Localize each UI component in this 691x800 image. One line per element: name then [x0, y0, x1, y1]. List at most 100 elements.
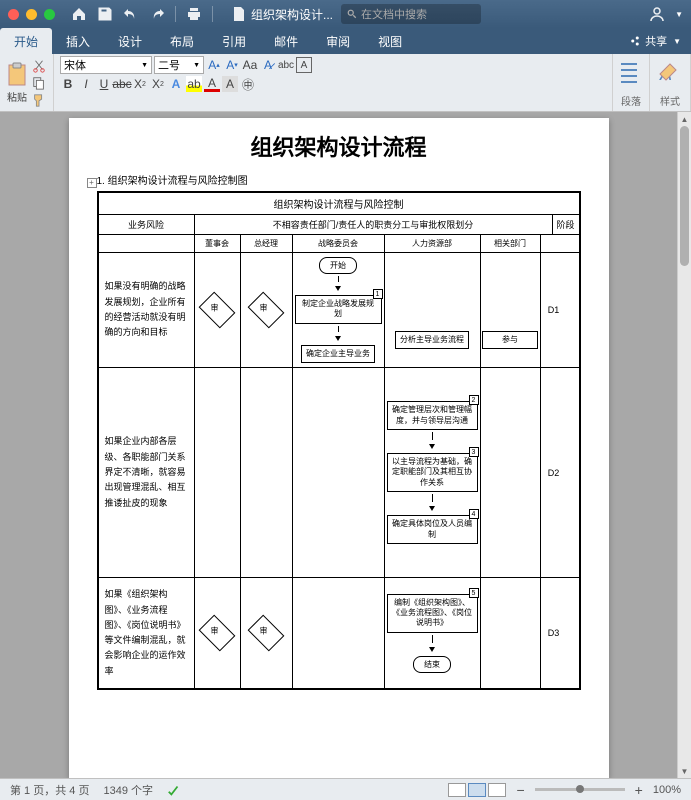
window-controls — [8, 9, 55, 20]
cut-icon[interactable] — [31, 59, 47, 73]
chevron-down-icon[interactable]: ▼ — [675, 10, 683, 19]
col-header-mid: 不相容责任部门/责任人的职责分工与审批权限划分 — [195, 215, 553, 234]
share-button[interactable]: 共享 ▼ — [619, 28, 691, 54]
word-count[interactable]: 1349 个字 — [103, 782, 153, 798]
phase-label: D2 — [541, 368, 567, 577]
phase-label: D1 — [541, 253, 567, 367]
document-title: 组织架构设计... — [231, 6, 333, 23]
close-window-button[interactable] — [8, 9, 19, 20]
user-icon[interactable] — [649, 6, 665, 22]
change-case-button[interactable]: Aa — [242, 57, 258, 73]
copy-icon[interactable] — [31, 76, 47, 90]
italic-button[interactable]: I — [78, 76, 94, 92]
document-area[interactable]: 组织架构设计流程 + 1. 组织架构设计流程与风险控制图 组织架构设计流程与风险… — [0, 112, 677, 778]
clear-format-button[interactable]: A̷ — [260, 57, 276, 73]
highlight-button[interactable]: ab — [186, 76, 202, 92]
tab-insert[interactable]: 插入 — [52, 28, 104, 54]
view-read-button[interactable] — [448, 783, 466, 797]
maximize-window-button[interactable] — [44, 9, 55, 20]
titlebar: 组织架构设计... 在文档中搜索 ▼ — [0, 0, 691, 28]
tab-view[interactable]: 视图 — [364, 28, 416, 54]
process-shape: 确定具体岗位及人员编制4 — [387, 515, 478, 544]
font-color-button[interactable]: A — [204, 76, 220, 92]
superscript-button[interactable]: X2 — [150, 76, 166, 92]
risk-text: 如果《组织架构图》、《业务流程图》、《岗位说明书》等文件编制混乱，就会影响企业的… — [99, 578, 195, 688]
minimize-window-button[interactable] — [26, 9, 37, 20]
clipboard-group: 粘贴 — [0, 54, 54, 111]
share-icon — [629, 35, 641, 47]
bold-button[interactable]: B — [60, 76, 76, 92]
col-header-risk: 业务风险 — [99, 215, 195, 234]
phonetic-guide-button[interactable]: abc — [278, 57, 294, 73]
view-web-button[interactable] — [488, 783, 506, 797]
home-icon[interactable] — [71, 6, 87, 22]
char-border-button[interactable]: A — [296, 57, 312, 73]
strikethrough-button[interactable]: abc — [114, 76, 130, 92]
risk-text: 如果企业内部各层级、各职能部门关系界定不清晰，就容易出现管理混乱、相互推诿扯皮的… — [99, 368, 195, 577]
ribbon-tabs: 开始 插入 设计 布局 引用 邮件 审阅 视图 共享 ▼ — [0, 28, 691, 54]
process-shape: 确定企业主导业务 — [301, 345, 375, 363]
col-header-gm: 总经理 — [241, 235, 293, 252]
search-placeholder: 在文档中搜索 — [361, 6, 427, 22]
print-icon[interactable] — [186, 6, 202, 22]
font-size-select[interactable]: 二号▼ — [154, 56, 204, 74]
font-family-select[interactable]: 宋体▼ — [60, 56, 152, 74]
undo-icon[interactable] — [123, 6, 139, 22]
grow-font-button[interactable]: A▴ — [206, 57, 222, 73]
save-icon[interactable] — [97, 6, 113, 22]
redo-icon[interactable] — [149, 6, 165, 22]
styles-icon[interactable]: A — [656, 60, 684, 90]
paste-button[interactable]: 粘贴 — [6, 62, 28, 104]
vertical-scrollbar[interactable]: ▲ ▼ — [677, 112, 691, 778]
decision-shape: 审 — [248, 292, 285, 329]
text-effects-button[interactable]: A — [168, 76, 184, 92]
tab-design[interactable]: 设计 — [104, 28, 156, 54]
char-shading-button[interactable]: A — [222, 76, 238, 92]
zoom-level[interactable]: 100% — [653, 784, 681, 796]
tab-review[interactable]: 审阅 — [312, 28, 364, 54]
spellcheck-icon[interactable] — [167, 783, 181, 797]
col-header-strategy: 战略委员会 — [293, 235, 385, 252]
zoom-in-button[interactable]: + — [635, 782, 643, 798]
enclose-char-button[interactable]: ㊥ — [240, 76, 256, 92]
table-row: 如果企业内部各层级、各职能部门关系界定不清晰，就容易出现管理混乱、相互推诿扯皮的… — [99, 368, 579, 578]
tab-references[interactable]: 引用 — [208, 28, 260, 54]
view-print-button[interactable] — [468, 783, 486, 797]
shrink-font-button[interactable]: A▾ — [224, 57, 240, 73]
paragraph-group: 段落 — [613, 54, 650, 111]
clipboard-icon — [6, 62, 28, 88]
tab-mailings[interactable]: 邮件 — [260, 28, 312, 54]
process-shape: 分析主导业务流程 — [395, 331, 469, 349]
tab-home[interactable]: 开始 — [0, 28, 52, 54]
zoom-slider[interactable] — [535, 788, 625, 791]
scroll-down-button[interactable]: ▼ — [678, 764, 691, 778]
statusbar: 第 1 页，共 4 页 1349 个字 − + 100% — [0, 778, 691, 800]
paragraph-label: 段落 — [619, 93, 643, 109]
page-indicator[interactable]: 第 1 页，共 4 页 — [10, 782, 89, 798]
page: 组织架构设计流程 + 1. 组织架构设计流程与风险控制图 组织架构设计流程与风险… — [69, 118, 609, 778]
anchor-icon[interactable]: + — [87, 178, 97, 188]
scrollbar-thumb[interactable] — [680, 126, 689, 266]
styles-label: 样式 — [656, 93, 684, 109]
table-main-header: 组织架构设计流程与风险控制 — [99, 193, 579, 215]
underline-button[interactable]: U — [96, 76, 112, 92]
process-shape: 以主导流程为基础，确定职能部门及其相互协作关系3 — [387, 453, 478, 492]
col-header-dept: 相关部门 — [481, 235, 541, 252]
search-input[interactable]: 在文档中搜索 — [341, 4, 481, 24]
table-row: 如果没有明确的战略发展规划，企业所有的经营活动就没有明确的方向和目标 审 审 开… — [99, 253, 579, 368]
risk-text: 如果没有明确的战略发展规划，企业所有的经营活动就没有明确的方向和目标 — [99, 253, 195, 367]
scroll-up-button[interactable]: ▲ — [678, 112, 691, 126]
styles-group: A 样式 — [650, 54, 691, 111]
section-heading: 1. 组织架构设计流程与风险控制图 — [97, 172, 581, 187]
zoom-out-button[interactable]: − — [516, 782, 524, 798]
search-icon — [347, 9, 357, 19]
decision-shape: 审 — [199, 292, 236, 329]
tab-layout[interactable]: 布局 — [156, 28, 208, 54]
decision-shape: 审 — [199, 615, 236, 652]
process-shape: 确定管理层次和管理幅度，并与领导层沟通2 — [387, 401, 478, 430]
paragraph-icon[interactable] — [619, 60, 643, 90]
subscript-button[interactable]: X2 — [132, 76, 148, 92]
end-terminator: 结束 — [413, 656, 451, 673]
process-shape: 参与 — [482, 331, 538, 349]
format-painter-icon[interactable] — [31, 93, 47, 107]
